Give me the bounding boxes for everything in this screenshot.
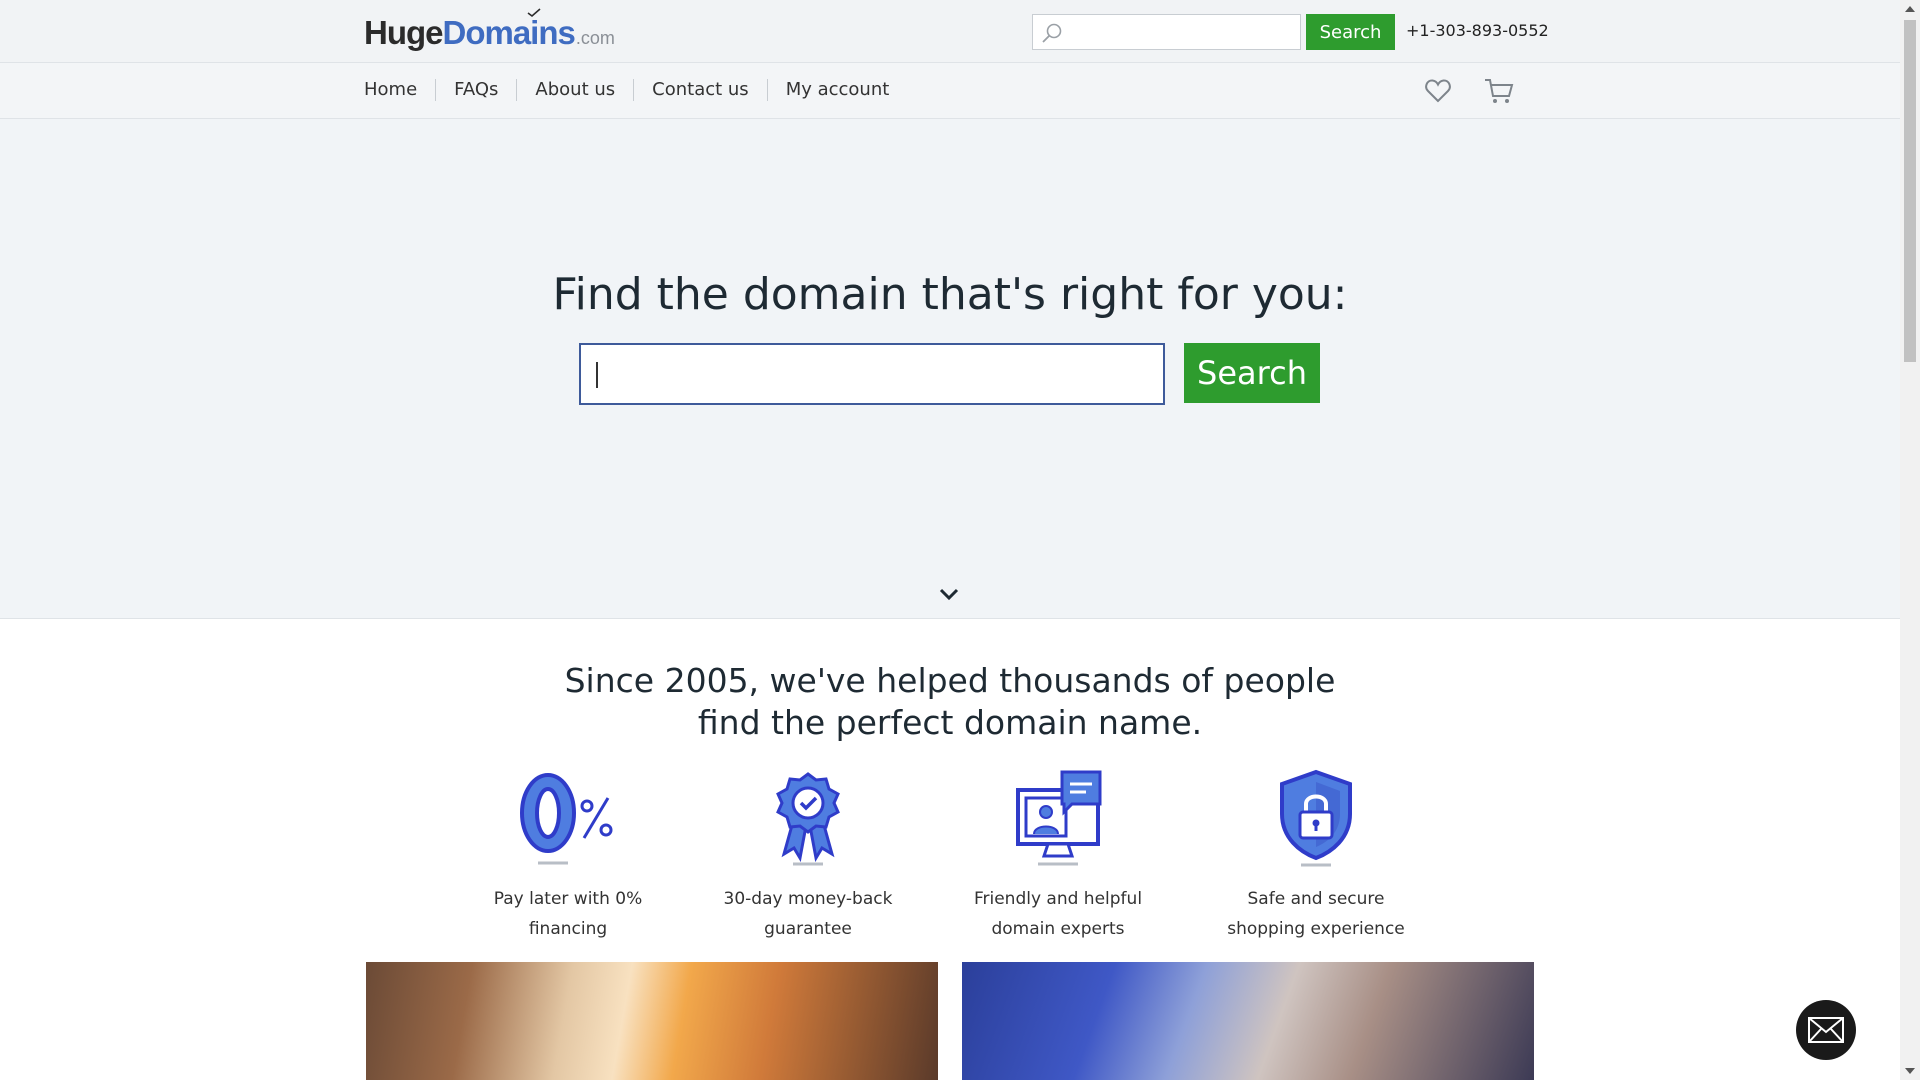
hero-section: Find the domain that's right for you: Se… [0,119,1900,619]
feature-secure: Safe and secure shopping experience [1216,768,1416,944]
logo-check-icon [527,8,541,18]
search-icon [1042,23,1062,43]
feature-label-line2: shopping experience [1227,919,1405,939]
feature-label-line2: financing [528,919,608,939]
award-ribbon-icon [776,772,840,866]
feature-label-line2: domain experts [991,919,1125,939]
shield-lock-icon [1280,769,1352,867]
header-search-input[interactable] [1067,17,1295,47]
since-2005-heading: Since 2005, we've helped thousands of pe… [0,660,1900,744]
feature-label: Safe and secure shopping experience [1216,884,1416,944]
main-nav-bar: Home FAQs About us Contact us My account [0,63,1900,119]
nav-item-about-us[interactable]: About us [516,79,633,101]
nav-item-contact-us[interactable]: Contact us [633,79,767,101]
support-monitor-icon [1016,770,1102,866]
chevron-down-icon[interactable] [937,586,961,602]
hero-title: Find the domain that's right for you: [552,269,1348,320]
heart-icon[interactable] [1424,77,1452,105]
chat-widget-button[interactable] [1796,1000,1856,1060]
domain-search-button[interactable]: Search [1184,343,1320,403]
header-search-button[interactable]: Search [1306,14,1395,50]
office-photo [366,962,938,1080]
since-heading-line1: Since 2005, we've helped thousands of pe… [564,661,1336,700]
hugedomains-logo[interactable]: Huge Domains .com [364,8,615,54]
scroll-down-arrow[interactable] [1905,1068,1915,1074]
since-heading-line2: find the perfect domain name. [697,703,1203,742]
feature-label-line1: Pay later with 0% [493,889,643,909]
feature-label: Friendly and helpful domain experts [958,884,1158,944]
feature-experts: Friendly and helpful domain experts [958,768,1158,944]
feature-label: 30-day money-back guarantee [708,884,908,944]
logo-text-huge: Huge [364,14,443,51]
feature-money-back: 30-day money-back guarantee [708,768,908,944]
main-nav: Home FAQs About us Contact us My account [364,79,907,101]
cart-icon[interactable] [1484,77,1514,105]
logo-tld: .com [575,28,615,48]
envelope-icon [1808,1017,1844,1043]
feature-label-line1: Safe and secure [1247,889,1385,909]
top-header: Huge Domains .com Search +1-303-893-0552 [0,0,1900,63]
page-scrollbar[interactable] [1900,0,1920,1080]
feature-label-line1: 30-day money-back [723,889,893,909]
feature-label-line2: guarantee [764,919,852,939]
logo-text-domains-label: Domains [442,14,576,51]
feature-label: Pay later with 0% financing [468,884,668,944]
nav-item-faqs[interactable]: FAQs [435,79,516,101]
scroll-up-arrow[interactable] [1905,6,1915,12]
phone-number: +1-303-893-0552 [1406,21,1549,40]
domain-search-input[interactable] [581,345,1163,403]
scrollbar-thumb[interactable] [1904,20,1916,362]
handshake-photo [962,962,1534,1080]
header-search-box[interactable] [1032,14,1301,50]
zero-percent-icon [520,773,613,865]
hero-search-box[interactable] [579,343,1165,405]
text-caret [596,362,598,388]
feature-financing: Pay later with 0% financing [468,768,668,944]
feature-label-line1: Friendly and helpful [973,889,1143,909]
nav-item-home[interactable]: Home [364,79,435,101]
nav-item-my-account[interactable]: My account [766,79,908,101]
logo-text-domains: Domains [442,8,576,52]
